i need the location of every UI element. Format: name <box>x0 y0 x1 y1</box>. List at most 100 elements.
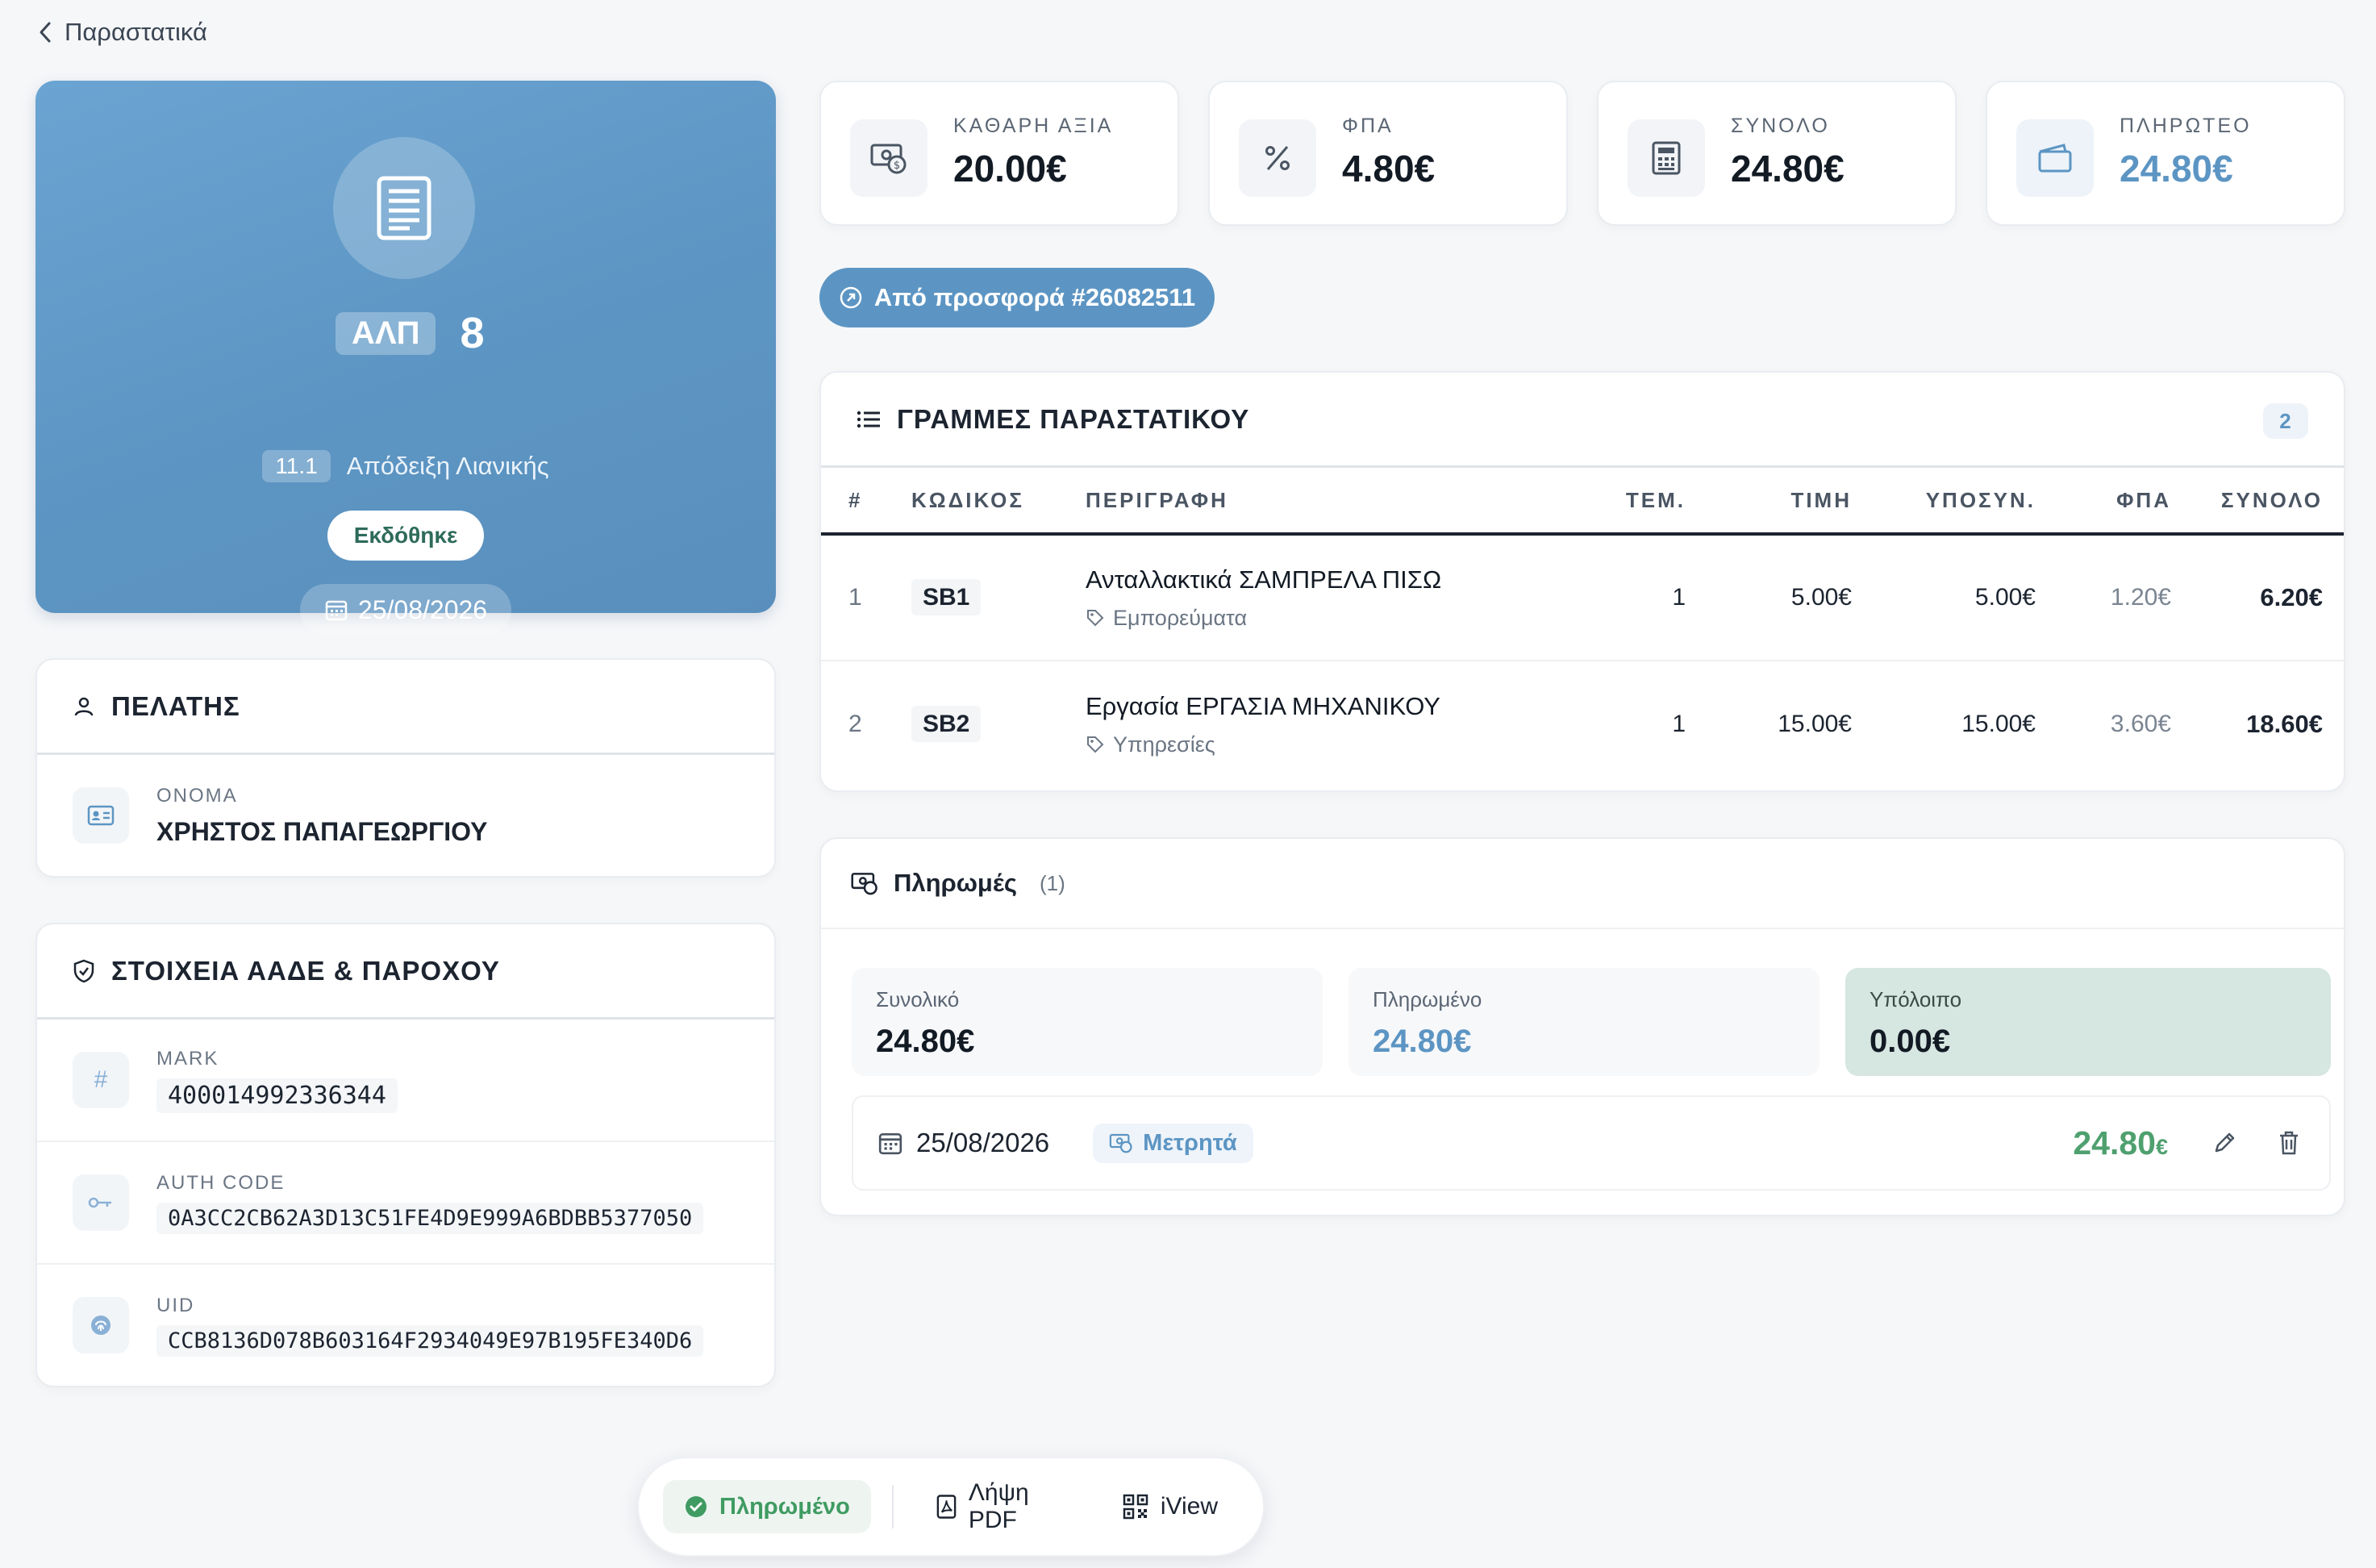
row-category: Υπηρεσίες <box>1086 732 1589 757</box>
delete-payment-button[interactable] <box>2273 1127 2305 1159</box>
summary-card-payable: ΠΛΗΡΩΤΕΟ 24.80€ <box>1986 81 2345 226</box>
money-icon <box>1109 1133 1132 1153</box>
download-pdf-button[interactable]: Λήψη PDF <box>915 1479 1101 1534</box>
money-icon: $ <box>850 119 927 197</box>
col-header-total: ΣΥΝΟΛΟ <box>2220 487 2323 512</box>
iview-button[interactable]: iView <box>1101 1493 1239 1520</box>
uid-field: UID CCB8136D078B603164F2934049E97B195FE3… <box>37 1265 774 1386</box>
row-description: Ανταλλακτικά ΣΑΜΠΡΕΛΑ ΠΙΣΩ Εμπορεύματα <box>1086 565 1589 631</box>
document-hero-card: ΑΛΠ 8 11.1 Απόδειξη Λιανικής Εκδόθηκε 25… <box>35 81 776 636</box>
payment-total-label: Συνολικό <box>876 987 960 1011</box>
edit-payment-button[interactable] <box>2208 1127 2241 1159</box>
summary-card-net: $ ΚΑΘΑΡΗ ΑΞΙΑ 20.00€ <box>819 81 1179 226</box>
mark-label: MARK <box>156 1047 219 1070</box>
payments-count: (1) <box>1040 870 1065 895</box>
row-vat: 3.60€ <box>2110 711 2171 737</box>
back-link-label: Παραστατικά <box>65 18 207 46</box>
payments-header: Πληρωμές (1) <box>821 839 2344 929</box>
payment-entry-amount: 24.80€ <box>2073 1124 2168 1161</box>
payment-balance-value: 0.00€ <box>1870 1024 1951 1059</box>
shield-icon <box>73 959 94 982</box>
pdf-icon <box>936 1495 957 1519</box>
customer-header: ΠΕΛΑΤΗΣ <box>37 660 774 755</box>
payment-paid-label: Πληρωμένο <box>1373 987 1482 1011</box>
col-header-code: ΚΩΔΙΚΟΣ <box>911 487 1024 512</box>
row-index: 2 <box>848 711 862 737</box>
document-series: ΑΛΠ 8 <box>336 309 485 357</box>
document-number: 8 <box>460 309 485 357</box>
row-quantity: 1 <box>1672 711 1686 737</box>
user-icon <box>74 697 94 715</box>
customer-name-field: ΟΝΟΜΑ ΧΡΗΣΤΟΣ ΠΑΠΑΓΕΩΡΓΙΟΥ <box>37 755 774 876</box>
document-type-label: Απόδειξη Λιανικής <box>346 452 549 480</box>
summary-card-total: ΣΥΝΟΛΟ 24.80€ <box>1597 81 1957 226</box>
offer-link-button[interactable]: Από προσφορά #26082511 <box>819 268 1215 327</box>
lines-title: ΓΡΑΜΜΕΣ ΠΑΡΑΣΤΑΤΙΚΟΥ <box>897 403 1250 434</box>
download-pdf-label: Λήψη PDF <box>968 1479 1029 1533</box>
row-price: 5.00€ <box>1790 584 1852 611</box>
col-header-vat: ΦΠΑ <box>2116 487 2171 512</box>
document-lines-card: ΓΡΑΜΜΕΣ ΠΑΡΑΣΤΑΤΙΚΟΥ 2 # ΚΩΔΙΚΟΣ ΠΕΡΙΓΡΑ… <box>819 371 2345 792</box>
summary-value-vat: 4.80€ <box>1342 148 1436 190</box>
money-icon <box>851 873 877 895</box>
payment-total-box: Συνολικό 24.80€ <box>852 968 1323 1076</box>
qr-code-icon <box>1123 1494 1148 1520</box>
row-vat: 1.20€ <box>2110 584 2171 611</box>
customer-name-label: ΟΝΟΜΑ <box>156 784 238 807</box>
receipt-icon <box>333 137 475 279</box>
summary-label-total: ΣΥΝΟΛΟ <box>1731 115 1830 137</box>
row-total: 18.60€ <box>2246 710 2323 738</box>
row-quantity: 1 <box>1672 584 1686 611</box>
table-row: 2 SB2 Εργασία ΕΡΓΑΣΙΑ ΜΗΧΑΝΙΚΟΥ Υπηρεσίε… <box>821 661 2344 787</box>
col-header-index: # <box>848 487 863 512</box>
payment-balance-label: Υπόλοιπο <box>1870 987 1962 1011</box>
row-price: 15.00€ <box>1778 711 1852 737</box>
toolbar-divider <box>891 1485 894 1528</box>
col-header-description: ΠΕΡΙΓΡΑΦΗ <box>1086 487 1228 512</box>
mark-value: 400014992336344 <box>156 1078 398 1113</box>
payment-paid-box: Πληρωμένο 24.80€ <box>1348 968 1820 1076</box>
document-type-code: 11.1 <box>262 450 331 482</box>
summary-label-payable: ΠΛΗΡΩΤΕΟ <box>2120 115 2252 137</box>
customer-title: ΠΕΛΑΤΗΣ <box>111 690 240 721</box>
payment-entry-date: 25/08/2026 <box>916 1128 1050 1157</box>
payments-title: Πληρωμές <box>894 869 1018 897</box>
customer-name: ΧΡΗΣΤΟΣ ΠΑΠΑΓΕΩΡΓΙΟΥ <box>156 816 488 846</box>
row-code: SB1 <box>911 579 1086 615</box>
summary-label-net: ΚΑΘΑΡΗ ΑΞΙΑ <box>953 115 1114 137</box>
status-badge: Εκδόθηκε <box>327 511 484 561</box>
aade-title: ΣΤΟΙΧΕΙΑ ΑΑΔΕ & ΠΑΡΟΧΟΥ <box>111 955 500 986</box>
back-link[interactable]: Παραστατικά <box>37 15 207 50</box>
table-row: 1 SB1 Ανταλλακτικά ΣΑΜΠΡΕΛΑ ΠΙΣΩ Εμπορεύ… <box>821 536 2344 661</box>
payment-entry: 25/08/2026 Μετρητά 24.80€ <box>852 1095 2331 1191</box>
summary-label-vat: ΦΠΑ <box>1342 115 1394 137</box>
row-subtotal: 15.00€ <box>1961 711 2036 737</box>
row-category: Εμπορεύματα <box>1086 606 1589 631</box>
check-circle-icon <box>686 1496 707 1517</box>
uid-value: CCB8136D078B603164F2934049E97B195FE340D6 <box>156 1324 704 1357</box>
auth-code-value: 0A3CC2CB62A3D13C51FE4D9E999A6BDBB5377050 <box>156 1202 704 1234</box>
payment-method-badge: Μετρητά <box>1093 1123 1253 1163</box>
row-description-text: Ανταλλακτικά ΣΑΜΠΡΕΛΑ ΠΙΣΩ <box>1086 565 1442 594</box>
key-icon <box>73 1174 129 1231</box>
iview-label: iView <box>1160 1493 1218 1520</box>
document-date: 25/08/2026 <box>300 584 511 636</box>
id-card-icon <box>73 787 129 844</box>
document-type: 11.1 Απόδειξη Λιανικής <box>35 450 776 482</box>
lines-header: ΓΡΑΜΜΕΣ ΠΑΡΑΣΤΑΤΙΚΟΥ 2 <box>821 373 2344 468</box>
hash-icon: # <box>73 1052 129 1108</box>
paid-status-button[interactable]: Πληρωμένο <box>663 1480 871 1533</box>
customer-card: ΠΕΛΑΤΗΣ ΟΝΟΜΑ ΧΡΗΣΤΟΣ ΠΑΠΑΓΕΩΡΓΙΟΥ <box>35 658 776 878</box>
svg-text:$: $ <box>894 160 900 172</box>
mark-field: # MARK 400014992336344 <box>37 1020 774 1142</box>
uid-label: UID <box>156 1294 195 1316</box>
auth-code-field: AUTH CODE 0A3CC2CB62A3D13C51FE4D9E999A6B… <box>37 1142 774 1265</box>
lines-count-badge: 2 <box>2263 403 2308 439</box>
wallet-icon <box>2016 119 2094 197</box>
row-description: Εργασία ΕΡΓΑΣΙΑ ΜΗΧΑΝΙΚΟΥ Υπηρεσίες <box>1086 692 1589 757</box>
document-date-value: 25/08/2026 <box>357 594 488 624</box>
tag-icon <box>1087 736 1104 753</box>
row-description-text: Εργασία ΕΡΓΑΣΙΑ ΜΗΧΑΝΙΚΟΥ <box>1086 691 1440 720</box>
bottom-toolbar: Πληρωμένο Λήψη PDF iView <box>637 1457 1265 1557</box>
payment-method-label: Μετρητά <box>1143 1129 1237 1156</box>
